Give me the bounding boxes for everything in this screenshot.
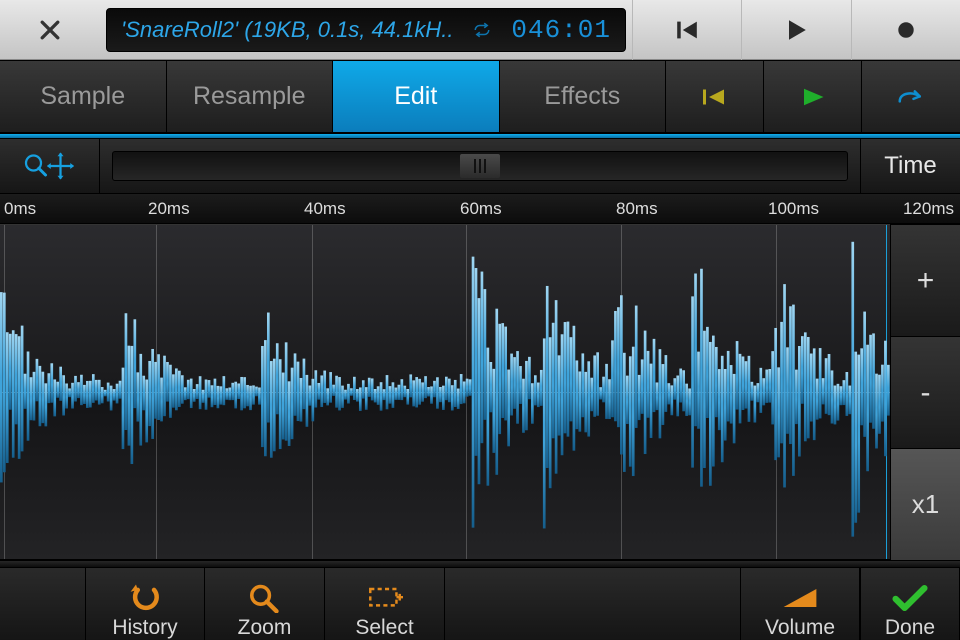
file-info-panel: 'SnareRoll2' (19KB, 0.1s, 44.1kH.. 046:0… [106, 8, 626, 52]
tab-sample[interactable]: Sample [0, 61, 167, 132]
ruler-tick: 80ms [616, 199, 658, 219]
ruler-tick: 60ms [460, 199, 502, 219]
divider-strip [0, 560, 960, 568]
waveform-canvas[interactable] [0, 224, 890, 560]
select-label: Select [355, 616, 413, 640]
ruler-tick: 40ms [304, 199, 346, 219]
marker-prev-button[interactable] [666, 61, 764, 132]
ruler-tick: 120ms [903, 199, 954, 219]
time-display: 046:01 [511, 15, 611, 45]
zoom-out-vertical-button[interactable]: - [890, 336, 960, 448]
done-button[interactable]: Done [860, 568, 960, 640]
volume-label: Volume [765, 616, 835, 640]
history-button[interactable]: History [85, 568, 205, 640]
tab-bar: Sample Resample Edit Effects [0, 60, 960, 134]
close-button[interactable] [0, 0, 100, 60]
zoom-pan-tool[interactable] [0, 138, 100, 194]
zoom-in-vertical-button[interactable]: + [890, 224, 960, 336]
record-button[interactable] [851, 0, 960, 60]
select-button[interactable]: Select [325, 568, 445, 640]
scroll-slider[interactable] [112, 151, 848, 181]
skip-back-button[interactable] [632, 0, 741, 60]
ruler-tick: 20ms [148, 199, 190, 219]
file-info-text: 'SnareRoll2' (19KB, 0.1s, 44.1kH.. [121, 17, 467, 43]
tab-edit[interactable]: Edit [333, 61, 500, 132]
loop-button[interactable] [862, 61, 960, 132]
tab-resample[interactable]: Resample [167, 61, 334, 132]
waveform-svg [0, 225, 890, 561]
vertical-scale-button[interactable]: x1 [890, 448, 960, 560]
volume-button[interactable]: Volume [740, 568, 860, 640]
tab-effects[interactable]: Effects [500, 61, 667, 132]
done-label: Done [885, 616, 935, 640]
ruler-tick: 100ms [768, 199, 819, 219]
play-selection-button[interactable] [764, 61, 862, 132]
play-button[interactable] [741, 0, 850, 60]
zoom-label: Zoom [238, 616, 292, 640]
footer-spacer [445, 568, 740, 640]
scroll-handle[interactable] [460, 154, 500, 178]
footer-toolbar: History Zoom Select Volume Done [0, 568, 960, 640]
time-ruler[interactable]: 0ms 20ms 40ms 60ms 80ms 100ms 120ms [0, 194, 960, 224]
ruler-tick: 0ms [4, 199, 36, 219]
history-label: History [112, 616, 177, 640]
time-mode-button[interactable]: Time [860, 138, 960, 194]
zoom-button[interactable]: Zoom [205, 568, 325, 640]
time-mode-label: Time [884, 152, 936, 180]
